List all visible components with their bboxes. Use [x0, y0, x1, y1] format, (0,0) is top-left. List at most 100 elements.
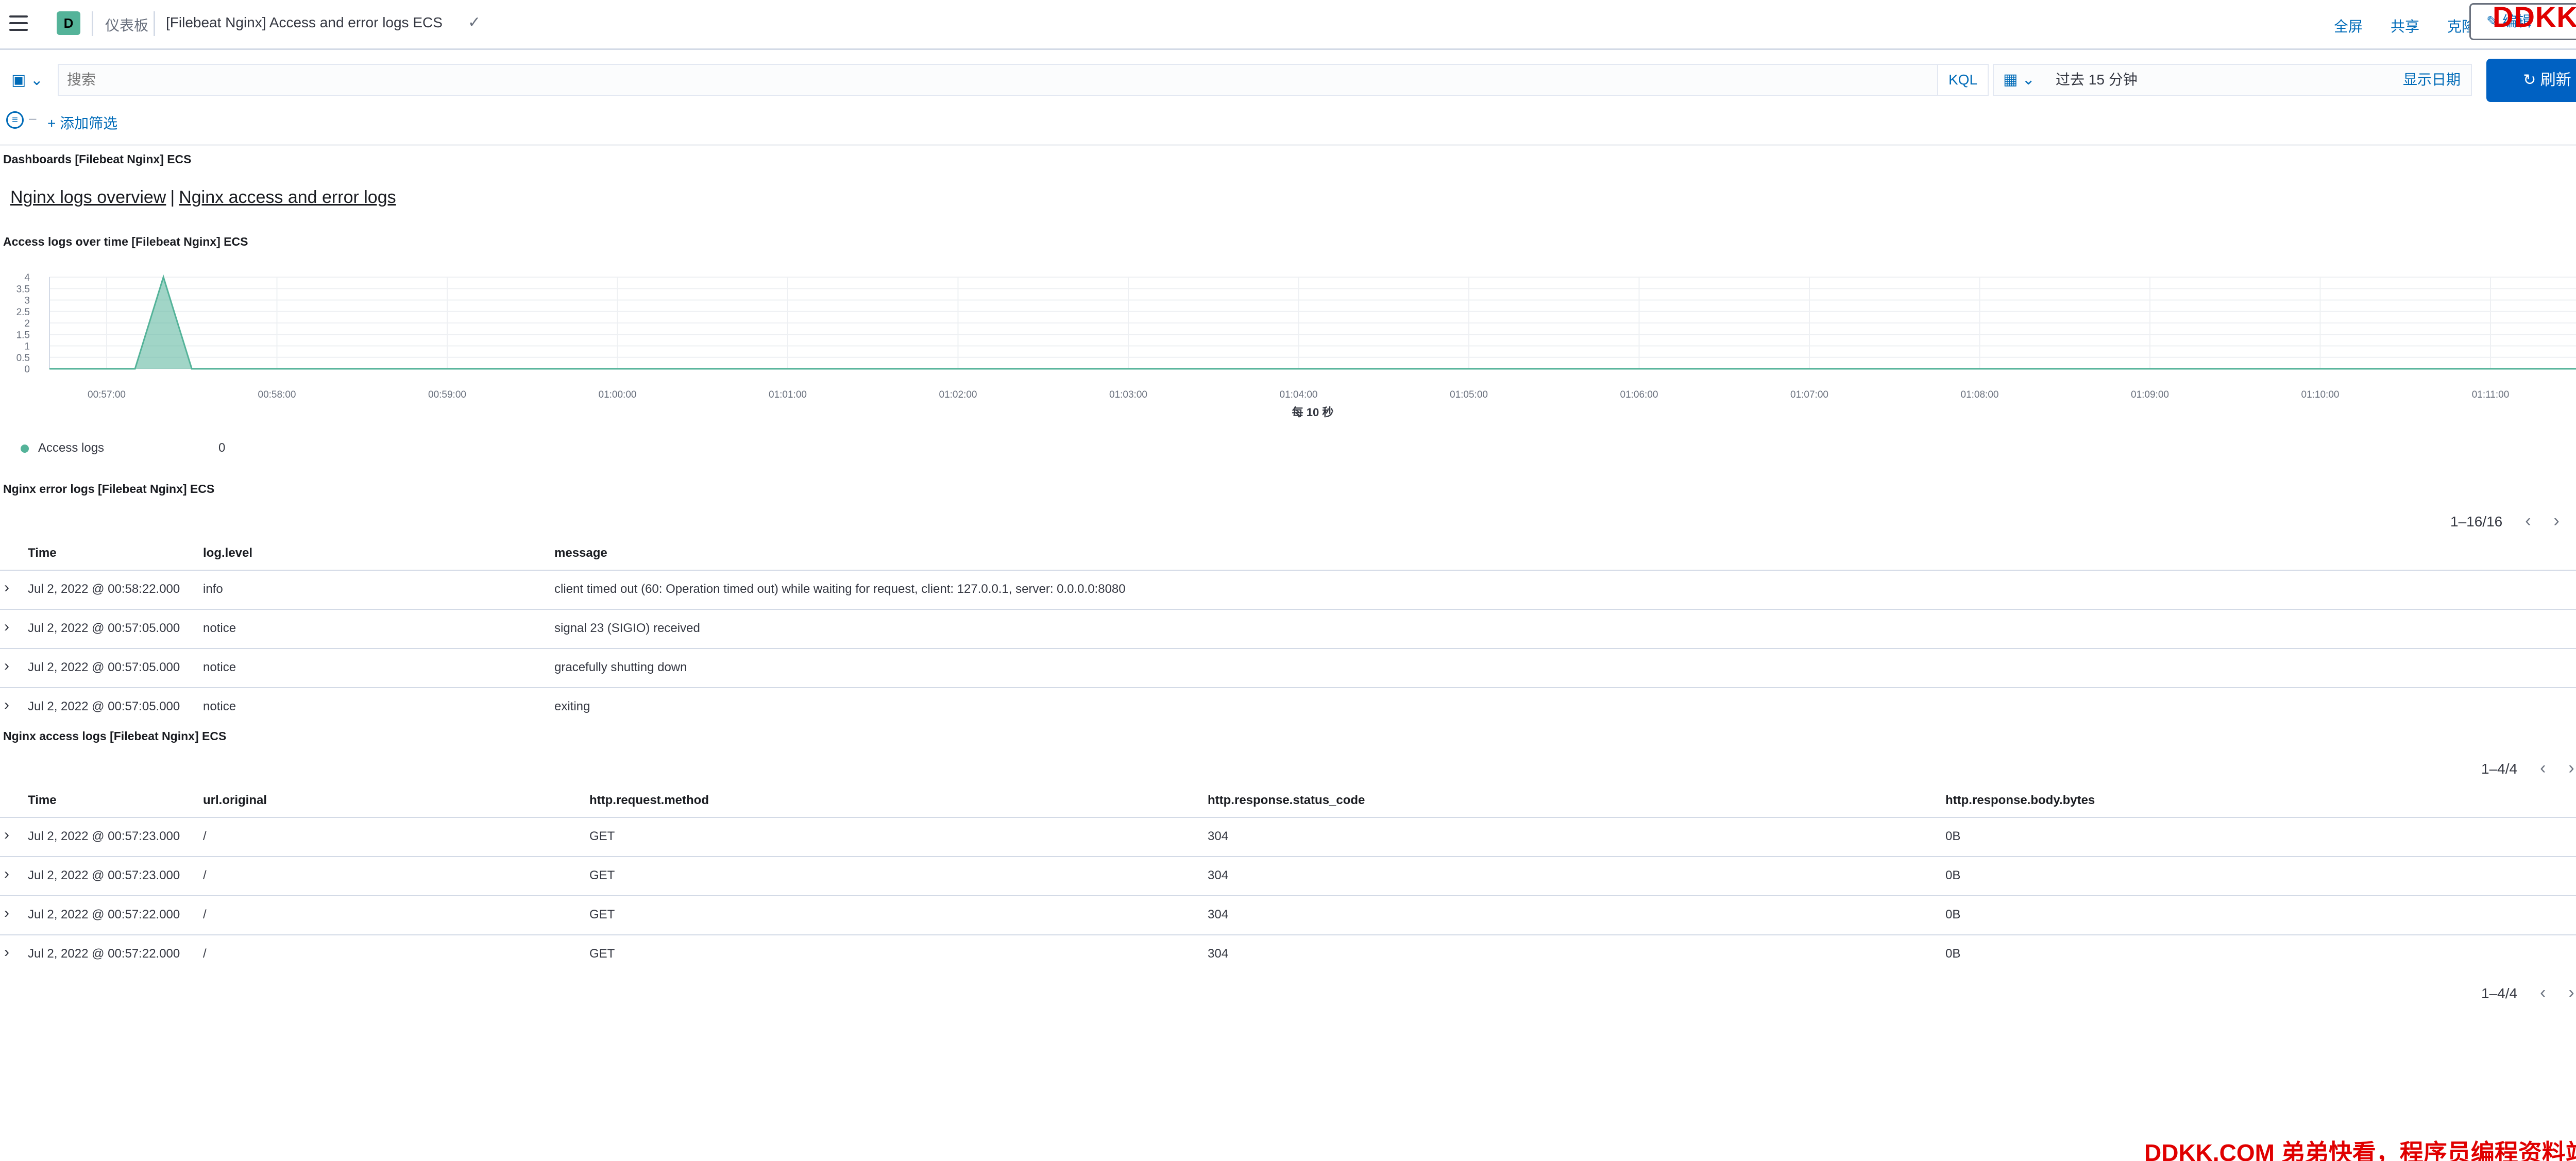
saved-query-menu[interactable]: ▣ ⌄ [6, 66, 53, 95]
calendar-icon[interactable]: ▦ ⌄ [2003, 65, 2035, 95]
x-tick-label: 01:02:00 [939, 389, 977, 400]
search-box [58, 64, 1937, 96]
space-avatar[interactable]: D [57, 11, 80, 35]
chevron-right-icon[interactable]: › [4, 696, 9, 714]
cell-status: 304 [1208, 947, 1229, 961]
table-row[interactable]: › Jul 2, 2022 @ 00:57:05.000 notice exit… [0, 687, 2576, 718]
x-tick-label: 01:05:00 [1450, 389, 1488, 400]
chevron-right-icon[interactable]: › [4, 904, 9, 922]
column-header[interactable]: Time [28, 793, 57, 808]
refresh-button[interactable]: ↻ 刷新 [2486, 59, 2576, 102]
x-axis-label: 每 10 秒 [1292, 406, 1334, 419]
table-row[interactable]: › Jul 2, 2022 @ 00:57:23.000 / GET 304 0… [0, 817, 2576, 856]
cell-url: / [203, 829, 207, 843]
x-tick-label: 01:06:00 [1620, 389, 1658, 400]
saved-check-icon: ✓ [468, 14, 481, 31]
add-filter-button[interactable]: + 添加筛选 [47, 112, 117, 133]
chevron-left-icon[interactable]: ‹ [2540, 983, 2546, 1003]
refresh-icon: ↻ [2523, 72, 2540, 89]
x-tick-label: 00:57:00 [88, 389, 126, 400]
legend-label[interactable]: Access logs [38, 441, 104, 455]
cell-method: GET [589, 829, 615, 843]
access-logs-pager-top: 1–4/4 ‹ › [2481, 758, 2574, 778]
y-tick-label: 2 [24, 318, 30, 329]
search-input[interactable] [59, 65, 1937, 95]
column-header[interactable]: http.response.body.bytes [1945, 793, 2095, 808]
filter-menu-icon[interactable]: ≡ [6, 111, 24, 129]
cell-level: notice [203, 699, 236, 713]
fullscreen-link[interactable]: 全屏 [2334, 15, 2363, 36]
time-range-value[interactable]: 过去 15 分钟 [2056, 65, 2138, 95]
x-tick-label: 00:58:00 [258, 389, 296, 400]
x-tick-label: 01:08:00 [1961, 389, 1999, 400]
chevron-right-icon[interactable]: › [2568, 983, 2574, 1003]
cell-bytes: 0B [1945, 829, 1961, 843]
cell-time: Jul 2, 2022 @ 00:57:22.000 [28, 908, 180, 921]
breadcrumb-dashboards[interactable]: 仪表板 [105, 14, 148, 35]
column-header[interactable]: http.response.status_code [1208, 793, 1365, 808]
y-tick-label: 2.5 [16, 307, 30, 318]
chevron-left-icon[interactable]: ‹ [2525, 511, 2531, 531]
chevron-down-icon: ⌄ [30, 72, 43, 89]
x-tick-label: 00:59:00 [428, 389, 466, 400]
link-nginx-access-error-logs[interactable]: Nginx access and error logs [179, 187, 396, 207]
column-header[interactable]: http.request.method [589, 793, 709, 808]
x-tick-label: 01:04:00 [1280, 389, 1318, 400]
chevron-right-icon[interactable]: › [2554, 511, 2560, 531]
column-header[interactable]: url.original [203, 793, 267, 808]
watermark-top: DDKK.COM [2493, 1, 2576, 33]
x-tick-label: 01:00:00 [599, 389, 637, 400]
chevron-right-icon[interactable]: › [4, 826, 9, 844]
watermark-bottom: DDKK.COM 弟弟快看，程序员编程资料站 [2144, 1139, 2576, 1161]
cell-bytes: 0B [1945, 908, 1961, 921]
y-tick-label: 4 [24, 272, 30, 283]
chevron-right-icon[interactable]: › [4, 944, 9, 961]
pager-count: 1–16/16 [2450, 514, 2503, 530]
table-row[interactable]: › Jul 2, 2022 @ 00:57:23.000 / GET 304 0… [0, 856, 2576, 895]
chevron-right-icon[interactable]: › [4, 657, 9, 675]
cell-message: client timed out (60: Operation timed ou… [554, 582, 1126, 596]
x-tick-label: 01:11:00 [2472, 389, 2510, 400]
table-row[interactable]: › Jul 2, 2022 @ 00:58:22.000 info client… [0, 570, 2576, 609]
error-logs-panel-title: Nginx error logs [Filebeat Nginx] ECS [3, 482, 215, 496]
cell-status: 304 [1208, 868, 1229, 882]
column-header[interactable]: Time [28, 546, 57, 560]
chevron-right-icon[interactable]: › [4, 865, 9, 883]
table-row[interactable]: › Jul 2, 2022 @ 00:57:22.000 / GET 304 0… [0, 895, 2576, 934]
menu-icon[interactable] [9, 15, 28, 31]
cell-method: GET [589, 868, 615, 882]
share-link[interactable]: 共享 [2391, 15, 2419, 36]
cell-time: Jul 2, 2022 @ 00:58:22.000 [28, 582, 180, 596]
column-header[interactable]: message [554, 546, 607, 560]
chevron-right-icon[interactable]: › [4, 579, 9, 596]
pager-count: 1–4/4 [2481, 985, 2518, 1001]
kql-toggle[interactable]: KQL [1937, 64, 1989, 96]
cell-status: 304 [1208, 829, 1229, 843]
cell-message: gracefully shutting down [554, 660, 687, 674]
link-separator: | [170, 187, 175, 207]
top-header: D 仪表板 [Filebeat Nginx] Access and error … [0, 0, 2576, 50]
cell-level: notice [203, 660, 236, 674]
show-dates-link[interactable]: 显示日期 [2403, 65, 2461, 95]
refresh-button-label: 刷新 [2540, 72, 2571, 89]
access-logs-panel-title: Nginx access logs [Filebeat Nginx] ECS [3, 729, 227, 743]
table-row[interactable]: › Jul 2, 2022 @ 00:57:05.000 notice grac… [0, 648, 2576, 687]
chevron-right-icon[interactable]: › [2568, 758, 2574, 778]
y-tick-label: 0.5 [16, 353, 30, 364]
column-header[interactable]: log.level [203, 546, 252, 560]
chevron-right-icon[interactable]: › [4, 618, 9, 636]
cell-url: / [203, 868, 207, 882]
access-logs-pager-bottom: 1–4/4 ‹ › [2481, 983, 2574, 1003]
table-row[interactable]: › Jul 2, 2022 @ 00:57:22.000 / GET 304 0… [0, 934, 2576, 974]
cell-message: exiting [554, 699, 590, 713]
save-icon: ▣ [11, 72, 26, 89]
filter-row: ≡ – + 添加筛选 [0, 106, 2576, 137]
cell-url: / [203, 947, 207, 961]
y-tick-label: 1.5 [16, 330, 30, 340]
error-logs-pager: 1–16/16 ‹ › [2450, 511, 2560, 531]
link-nginx-logs-overview[interactable]: Nginx logs overview [10, 187, 166, 207]
cell-bytes: 0B [1945, 868, 1961, 882]
chevron-left-icon[interactable]: ‹ [2540, 758, 2546, 778]
markdown-links: Nginx logs overview | Nginx access and err… [10, 187, 396, 208]
table-row[interactable]: › Jul 2, 2022 @ 00:57:05.000 notice sign… [0, 609, 2576, 648]
